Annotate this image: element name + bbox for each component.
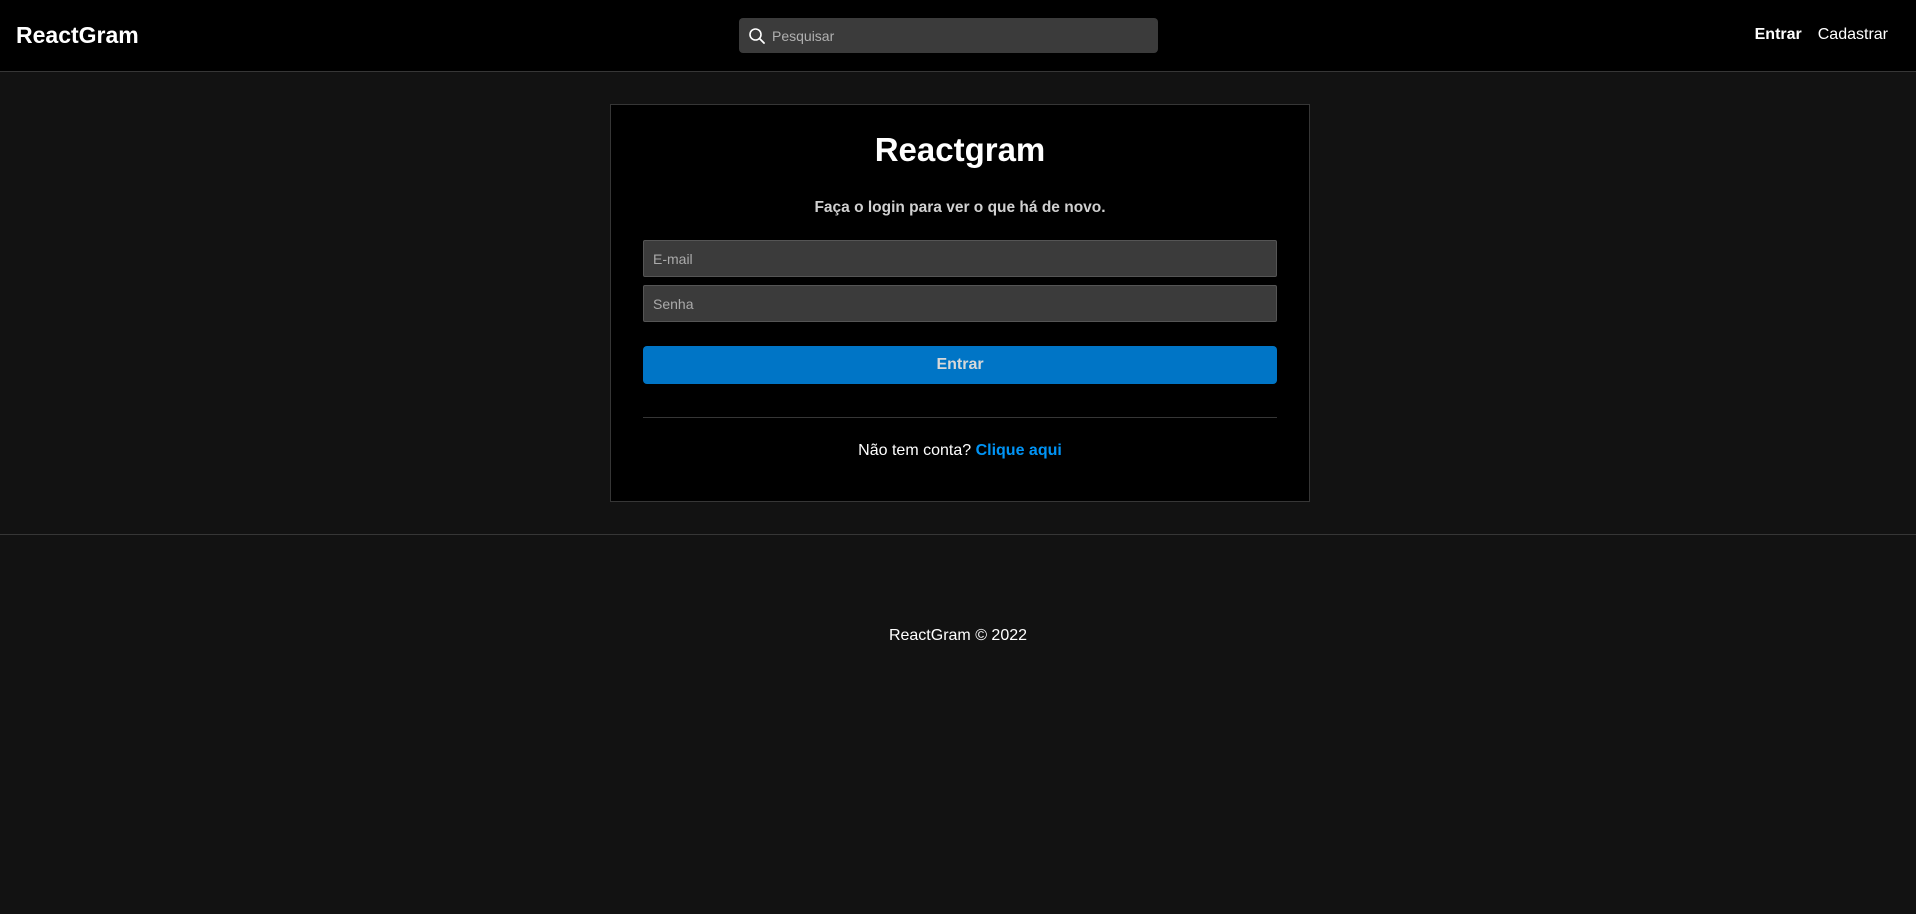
search-input[interactable] <box>772 18 1150 53</box>
search-form <box>739 18 1158 53</box>
navbar: ReactGram Entrar Cadastrar <box>0 0 1916 72</box>
nav-login-link[interactable]: Entrar <box>1755 26 1802 44</box>
signup-link[interactable]: Clique aqui <box>976 442 1062 459</box>
login-title: Reactgram <box>874 131 1046 168</box>
footer-copyright: ReactGram © 2022 <box>888 627 1028 644</box>
signup-prompt-text: Não tem conta? <box>858 442 972 459</box>
login-submit-button[interactable]: Entrar <box>643 346 1277 384</box>
card-divider <box>643 417 1277 418</box>
footer: ReactGram © 2022 <box>0 534 1916 914</box>
signup-prompt-line: Não tem conta? Clique aqui <box>611 442 1309 460</box>
password-field[interactable] <box>643 285 1277 322</box>
login-subtitle: Faça o login para ver o que há de novo. <box>814 199 1106 216</box>
nav-links: Entrar Cadastrar <box>1755 26 1888 44</box>
login-card: Reactgram Faça o login para ver o que há… <box>610 104 1310 502</box>
email-field[interactable] <box>643 240 1277 277</box>
brand-logo-link[interactable]: ReactGram <box>16 22 139 49</box>
nav-register-link[interactable]: Cadastrar <box>1818 26 1888 44</box>
search-icon <box>749 28 765 44</box>
